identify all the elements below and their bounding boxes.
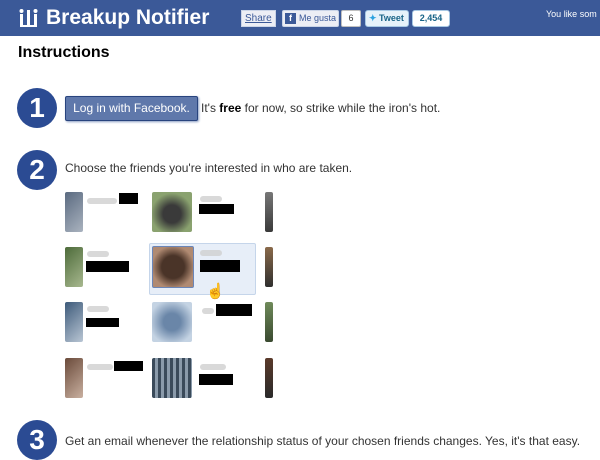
facebook-icon: f xyxy=(285,13,296,24)
friend-item[interactable] xyxy=(152,302,252,352)
friend-item[interactable] xyxy=(152,192,252,242)
step-number-1: 1 xyxy=(17,88,57,128)
friend-photo xyxy=(265,192,273,232)
friend-item-selected[interactable] xyxy=(149,243,256,295)
friend-photo xyxy=(152,302,192,342)
friend-item[interactable] xyxy=(65,302,165,352)
redaction-bar xyxy=(200,260,240,272)
friend-photo xyxy=(265,247,273,287)
redaction-bar xyxy=(114,361,143,371)
tweet-label: Tweet xyxy=(379,13,404,23)
friend-name-blurred xyxy=(87,364,113,370)
redaction-bar xyxy=(119,193,138,204)
friend-name-blurred xyxy=(200,196,222,202)
step-number-3: 3 xyxy=(17,420,57,460)
friend-photo xyxy=(265,358,273,398)
friend-item[interactable] xyxy=(265,358,277,408)
friend-photo xyxy=(152,358,192,398)
step-3-text: Get an email whenever the relationship s… xyxy=(65,434,581,448)
page-title: Instructions xyxy=(18,44,110,61)
redaction-bar xyxy=(86,318,119,327)
friend-item[interactable] xyxy=(265,247,277,297)
step-number-2: 2 xyxy=(17,150,57,190)
twitter-bird-icon: ✦ xyxy=(369,13,377,23)
step-1-text: It's free for now, so strike while the i… xyxy=(201,101,441,115)
login-with-facebook-button[interactable]: Log in with Facebook. xyxy=(65,96,198,121)
friend-item[interactable] xyxy=(265,192,277,242)
step-2-text: Choose the friends you're interested in … xyxy=(65,161,353,175)
friend-item[interactable] xyxy=(65,358,165,408)
redaction-bar xyxy=(199,204,234,214)
friend-photo xyxy=(65,192,83,232)
friend-photo xyxy=(65,302,83,342)
tweet-button[interactable]: ✦ Tweet xyxy=(365,10,409,27)
top-right-text: You like som xyxy=(546,9,597,19)
friend-name-blurred xyxy=(202,308,214,314)
friend-item[interactable] xyxy=(152,358,252,408)
top-bar: Breakup Notifier Share f Me gusta 6 ✦ Tw… xyxy=(0,0,600,36)
hand-cursor-icon: ☝ xyxy=(206,283,225,300)
share-button[interactable]: Share xyxy=(241,10,276,27)
redaction-bar xyxy=(216,304,252,316)
tweet-count: 2,454 xyxy=(412,10,450,27)
friend-item[interactable] xyxy=(65,192,165,242)
like-count: 6 xyxy=(341,10,361,27)
friend-photo xyxy=(65,247,83,287)
friend-name-blurred xyxy=(200,250,222,256)
friend-photo xyxy=(152,246,194,288)
app-title[interactable]: Breakup Notifier xyxy=(46,3,209,33)
friend-photo xyxy=(152,192,192,232)
like-label: Me gusta xyxy=(299,13,337,23)
broken-heart-logo-icon xyxy=(19,9,38,27)
friend-item[interactable] xyxy=(265,302,277,352)
friend-name-blurred xyxy=(87,198,117,204)
friend-photo xyxy=(265,302,273,342)
friend-name-blurred xyxy=(200,364,226,370)
friend-name-blurred xyxy=(87,251,109,257)
redaction-bar xyxy=(86,261,129,272)
friend-photo xyxy=(65,358,83,398)
facebook-like-button[interactable]: f Me gusta xyxy=(282,10,339,27)
friend-name-blurred xyxy=(87,306,109,312)
free-emphasis: free xyxy=(219,101,242,115)
redaction-bar xyxy=(199,374,233,385)
